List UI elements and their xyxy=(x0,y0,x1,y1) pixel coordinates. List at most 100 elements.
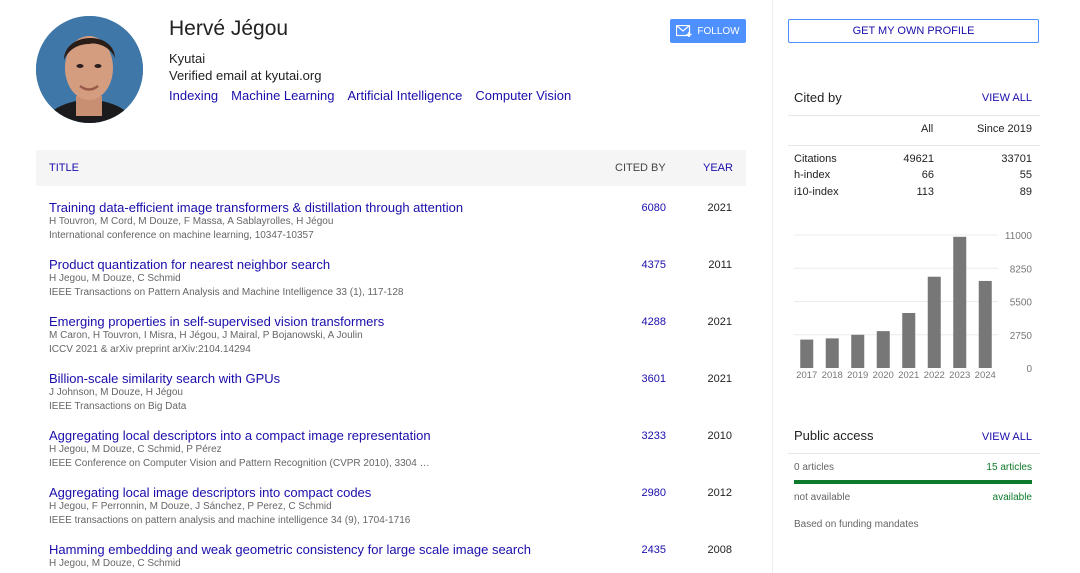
y-tick-label: 2750 xyxy=(1010,331,1033,342)
publication-title-link[interactable]: Training data-efficient image transforme… xyxy=(49,200,463,215)
avatar xyxy=(36,16,143,123)
y-tick-label: 0 xyxy=(1026,364,1032,375)
x-tick-label: 2022 xyxy=(924,370,945,381)
table-row: Product quantization for nearest neighbo… xyxy=(36,257,746,314)
citations-row: Citations 49621 33701 xyxy=(788,153,1040,169)
publication-title-link[interactable]: Aggregating local image descriptors into… xyxy=(49,485,371,500)
available-label: available xyxy=(992,492,1032,503)
affiliation: Kyutai xyxy=(169,51,206,66)
stat-label: Citations xyxy=(794,153,837,165)
publication-title-link[interactable]: Billion-scale similarity search with GPU… xyxy=(49,371,280,386)
follow-label: FOLLOW xyxy=(697,25,740,37)
publication-year: 2021 xyxy=(707,316,732,328)
publication-title-link[interactable]: Emerging properties in self-supervised v… xyxy=(49,314,384,329)
stat-all: 113 xyxy=(916,186,934,198)
publication-venue: IEEE transactions on pattern analysis an… xyxy=(49,515,411,526)
stat-since: 33701 xyxy=(1001,153,1032,165)
h-index-row: h-index 66 55 xyxy=(788,169,1040,185)
chart-bar-2020[interactable] xyxy=(876,331,890,368)
y-tick-label: 5500 xyxy=(1010,298,1033,309)
publications-table-header: TITLE CITED BY YEAR xyxy=(36,150,746,186)
chart-bar-2021[interactable] xyxy=(902,312,916,368)
chart-bar-2024[interactable] xyxy=(978,280,992,368)
table-row: Hamming embedding and weak geometric con… xyxy=(36,542,746,573)
citation-count-link[interactable]: 6080 xyxy=(642,202,666,214)
envelope-plus-icon xyxy=(676,25,692,37)
public-access-title: Public access xyxy=(794,428,874,443)
profile-sidebar: GET MY OWN PROFILE Cited by VIEW ALL All… xyxy=(788,0,1040,573)
verified-email: Verified email at kyutai.org xyxy=(169,68,322,83)
x-tick-label: 2021 xyxy=(898,370,919,381)
chart-bar-2019[interactable] xyxy=(851,334,865,368)
publication-year: 2011 xyxy=(708,259,732,271)
publication-venue: IEEE Transactions on Pattern Analysis an… xyxy=(49,287,404,298)
publication-authors: H Jegou, M Douze, C Schmid xyxy=(49,558,181,569)
citation-count-link[interactable]: 4375 xyxy=(642,259,666,271)
chart-bar-2017[interactable] xyxy=(800,339,814,368)
publication-authors: H Touvron, M Cord, M Douze, F Massa, A S… xyxy=(49,216,334,227)
table-row: Aggregating local image descriptors into… xyxy=(36,485,746,542)
publication-venue: IEEE Conference on Computer Vision and P… xyxy=(49,458,430,469)
x-tick-label: 2024 xyxy=(975,370,996,381)
funding-mandates-note: Based on funding mandates xyxy=(794,519,919,530)
publication-year: 2021 xyxy=(707,202,732,214)
not-available-label: not available xyxy=(794,492,851,503)
col-since-header: Since 2019 xyxy=(976,123,1032,135)
research-interests: Indexing Machine Learning Artificial Int… xyxy=(169,88,571,103)
table-row: Training data-efficient image transforme… xyxy=(36,200,746,257)
column-divider xyxy=(772,0,773,573)
sort-by-title[interactable]: TITLE xyxy=(49,162,79,174)
public-access-view-all-link[interactable]: VIEW ALL xyxy=(982,431,1032,443)
stat-label: h-index xyxy=(794,169,831,181)
interest-link-computer-vision[interactable]: Computer Vision xyxy=(475,88,571,103)
publication-authors: H Jegou, F Perronnin, M Douze, J Sánchez… xyxy=(49,501,332,512)
not-available-count-link[interactable]: 0 articles xyxy=(794,462,834,473)
citation-count-link[interactable]: 2435 xyxy=(642,544,666,556)
publication-year: 2008 xyxy=(707,544,732,556)
table-row: Emerging properties in self-supervised v… xyxy=(36,314,746,371)
chart-bar-2018[interactable] xyxy=(825,338,839,368)
table-row: Aggregating local descriptors into a com… xyxy=(36,428,746,485)
interest-link-indexing[interactable]: Indexing xyxy=(169,88,218,103)
publication-title-link[interactable]: Aggregating local descriptors into a com… xyxy=(49,428,431,443)
publication-title-link[interactable]: Hamming embedding and weak geometric con… xyxy=(49,542,531,557)
stat-label: i10-index xyxy=(794,186,839,198)
cited-by-title: Cited by xyxy=(794,90,842,105)
sort-by-cited[interactable]: CITED BY xyxy=(615,162,666,174)
x-tick-label: 2020 xyxy=(873,370,894,381)
interest-link-artificial-intelligence[interactable]: Artificial Intelligence xyxy=(348,88,463,103)
publication-year: 2021 xyxy=(707,373,732,385)
publication-authors: J Johnson, M Douze, H Jégou xyxy=(49,387,183,398)
publication-authors: H Jegou, M Douze, C Schmid, P Pérez xyxy=(49,444,222,455)
x-tick-label: 2017 xyxy=(796,370,817,381)
x-tick-label: 2019 xyxy=(847,370,868,381)
i10-index-row: i10-index 113 89 xyxy=(788,186,1040,202)
divider xyxy=(788,453,1040,454)
publication-authors: H Jegou, M Douze, C Schmid xyxy=(49,273,181,284)
y-tick-label: 11000 xyxy=(1005,231,1033,242)
citation-count-link[interactable]: 3601 xyxy=(642,373,666,385)
get-my-own-profile-button[interactable]: GET MY OWN PROFILE xyxy=(788,19,1039,43)
interest-link-machine-learning[interactable]: Machine Learning xyxy=(231,88,334,103)
stat-since: 89 xyxy=(1019,186,1032,198)
publication-authors: M Caron, H Touvron, I Misra, H Jégou, J … xyxy=(49,330,363,341)
col-all-header: All xyxy=(921,123,934,135)
citation-count-link[interactable]: 3233 xyxy=(642,430,666,442)
citation-count-link[interactable]: 4288 xyxy=(642,316,666,328)
stat-all: 49621 xyxy=(903,153,934,165)
publication-year: 2010 xyxy=(707,430,732,442)
public-access-progress-bar xyxy=(794,480,1032,484)
chart-bar-2023[interactable] xyxy=(953,236,967,368)
divider xyxy=(788,115,1040,116)
stat-all: 66 xyxy=(921,169,934,181)
cited-by-view-all-link[interactable]: VIEW ALL xyxy=(982,92,1032,104)
citation-count-link[interactable]: 2980 xyxy=(642,487,666,499)
publication-venue: International conference on machine lear… xyxy=(49,230,314,241)
publication-venue: IEEE Transactions on Big Data xyxy=(49,401,187,412)
follow-button[interactable]: FOLLOW xyxy=(670,19,746,43)
publication-year: 2012 xyxy=(707,487,732,499)
sort-by-year[interactable]: YEAR xyxy=(703,162,733,174)
available-count-link[interactable]: 15 articles xyxy=(986,462,1032,473)
chart-bar-2022[interactable] xyxy=(927,276,941,368)
publication-title-link[interactable]: Product quantization for nearest neighbo… xyxy=(49,257,330,272)
